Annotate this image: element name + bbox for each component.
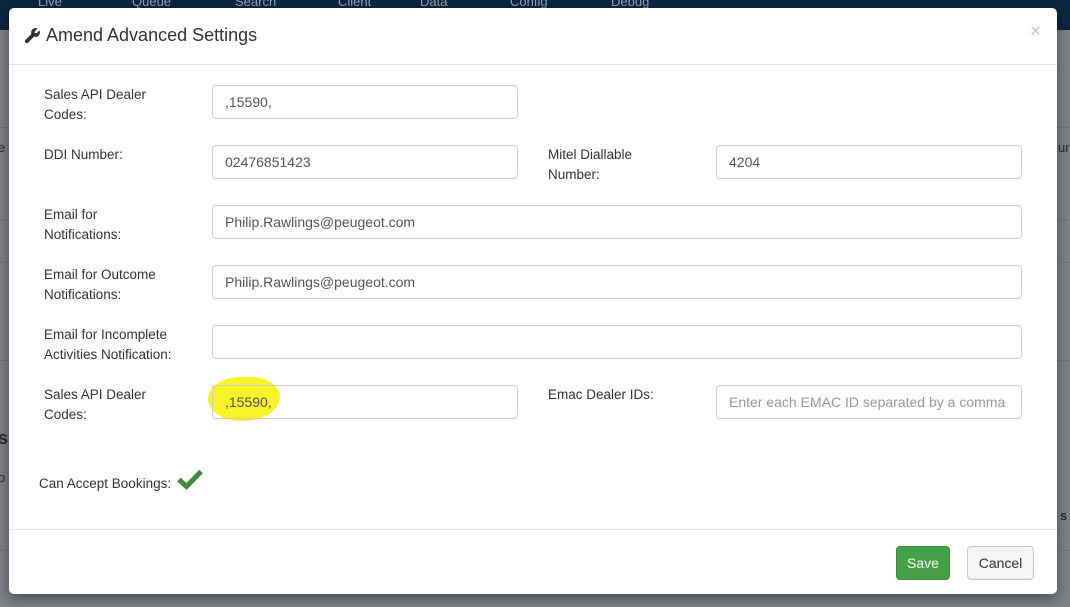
mitel-diallable-number-label: Mitel Diallable Number: — [548, 147, 633, 182]
email-incomplete-activities-label: Email for Incomplete Activities Notifica… — [44, 327, 172, 362]
sales-api-dealer-codes-input[interactable] — [212, 85, 518, 119]
close-icon[interactable]: × — [1030, 22, 1041, 41]
email-notifications-input[interactable] — [212, 205, 1022, 239]
cancel-button[interactable]: Cancel — [967, 546, 1034, 580]
emac-dealer-ids-label: Emac Dealer IDs: — [548, 387, 654, 402]
modal-title: Amend Advanced Settings — [24, 25, 257, 46]
save-button[interactable]: Save — [896, 546, 950, 580]
modal-footer: Save Cancel — [9, 529, 1057, 595]
sales-api-dealer-codes-input-2[interactable] — [212, 385, 518, 419]
amend-advanced-settings-modal: Amend Advanced Settings × Sales API Deal… — [9, 8, 1057, 594]
modal-header: Amend Advanced Settings × — [9, 8, 1057, 65]
can-accept-bookings-label: Can Accept Bookings: — [39, 476, 172, 491]
wrench-icon — [24, 28, 40, 44]
mitel-diallable-number-input[interactable] — [716, 145, 1022, 179]
background-fragment: o — [0, 470, 6, 485]
email-outcome-notifications-input[interactable] — [212, 265, 1022, 299]
emac-dealer-ids-input[interactable] — [716, 385, 1022, 419]
sales-api-dealer-codes-label: Sales API Dealer Codes: — [44, 87, 147, 122]
ddi-number-input[interactable] — [212, 145, 518, 179]
ddi-number-label: DDI Number: — [44, 147, 123, 162]
background-fragment: e — [0, 140, 6, 155]
email-notifications-label: Email for Notifications: — [44, 207, 122, 242]
checkmark-icon — [177, 469, 203, 490]
background-fragment: ura — [1058, 140, 1070, 155]
background-fragment: s — [0, 428, 9, 448]
modal-title-text: Amend Advanced Settings — [46, 25, 258, 45]
email-incomplete-activities-input[interactable] — [212, 325, 1022, 359]
sales-api-dealer-codes-label-2: Sales API Dealer Codes: — [44, 387, 147, 422]
email-outcome-notifications-label: Email for Outcome Notifications: — [44, 267, 156, 302]
background-fragment: s — [1060, 508, 1068, 523]
